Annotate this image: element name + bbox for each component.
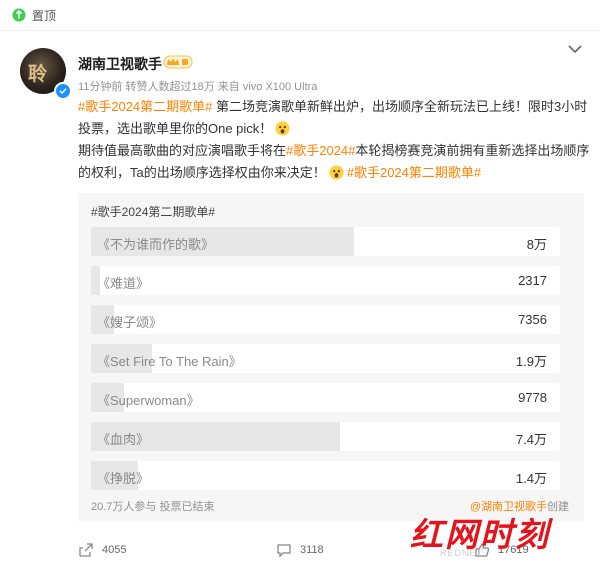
- topic-link[interactable]: #歌手2024第二期歌单#: [347, 165, 481, 180]
- poll-option-count: 7356: [518, 312, 547, 327]
- poll-option-label: 《Superwoman》: [97, 393, 200, 408]
- pinned-indicator: 置顶: [12, 4, 56, 26]
- avatar-logo: 聆: [28, 63, 47, 85]
- repost-button[interactable]: 4055: [78, 542, 126, 558]
- post-meta: 11分钟前 转赞人数超过18万 来自 vivo X100 Ultra: [78, 81, 318, 93]
- pin-icon: [12, 8, 26, 22]
- pinned-label: 置顶: [32, 8, 57, 23]
- like-button[interactable]: 17619: [474, 542, 529, 558]
- poll-title: #歌手2024第二期歌单#: [91, 205, 216, 219]
- poll-option[interactable]: 《血肉》 7.4万: [91, 422, 560, 451]
- surprised-emoji-icon: [329, 165, 344, 180]
- chevron-down-icon[interactable]: [568, 44, 582, 54]
- comment-icon: [277, 544, 291, 558]
- action-bar: 4055 3118 17619: [0, 538, 600, 566]
- poll-creator: @湖南卫视歌手创建: [470, 498, 569, 514]
- post-text: #歌手2024第二期歌单# 第二场竞演歌单新鲜出炉，出场顺序全新玩法已上线！限时…: [78, 96, 590, 184]
- topic-link[interactable]: #歌手2024第二期歌单#: [78, 99, 212, 114]
- verified-icon: [54, 82, 72, 100]
- comment-button[interactable]: 3118: [276, 542, 324, 558]
- header-divider: [0, 30, 600, 31]
- poll-participants: 20.7万人参与 投票已结束: [91, 501, 215, 513]
- poll-option-count: 9778: [518, 390, 547, 405]
- crown-icon[interactable]: [163, 55, 193, 69]
- poll-option[interactable]: 《挣脱》 1.4万: [91, 461, 560, 490]
- poll-option[interactable]: 《嫂子颂》 7356: [91, 305, 560, 334]
- poll-option-count: 1.4万: [515, 471, 547, 486]
- like-icon: [475, 543, 490, 557]
- poll-option-label: 《挣脱》: [97, 471, 150, 486]
- like-count: 17619: [498, 544, 529, 556]
- account-name[interactable]: 湖南卫视歌手: [78, 54, 162, 74]
- post-text-line2a: 期待值最高歌曲的对应演唱歌手将在: [78, 143, 287, 158]
- poll-option-count: 1.9万: [515, 354, 547, 369]
- creator-suffix: 创建: [547, 501, 569, 513]
- poll-option[interactable]: 《不为谁而作的歌》 8万: [91, 227, 560, 256]
- poll-option-label: 《嫂子颂》: [97, 315, 163, 330]
- poll-option-count: 8万: [526, 237, 547, 252]
- surprised-emoji-icon: [275, 121, 290, 136]
- poll-option-label: 《不为谁而作的歌》: [97, 237, 215, 252]
- poll-option-count: 2317: [518, 273, 547, 288]
- poll-option[interactable]: 《Superwoman》 9778: [91, 383, 560, 412]
- poll-option[interactable]: 《Set Fire To The Rain》 1.9万: [91, 344, 560, 373]
- topic-link[interactable]: #歌手2024#: [286, 143, 355, 158]
- poll-card: #歌手2024第二期歌单# 《不为谁而作的歌》 8万 《难道》 2317 《嫂子…: [78, 193, 584, 521]
- repost-count: 4055: [102, 544, 127, 556]
- comment-count: 3118: [300, 544, 324, 556]
- poll-option-label: 《Set Fire To The Rain》: [97, 354, 242, 369]
- poll-option-label: 《血肉》: [97, 432, 150, 447]
- poll-option-label: 《难道》: [97, 276, 150, 291]
- creator-link[interactable]: @湖南卫视歌手: [470, 501, 547, 513]
- share-icon: [79, 543, 93, 557]
- poll-option-count: 7.4万: [515, 432, 547, 447]
- poll-option[interactable]: 《难道》 2317: [91, 266, 560, 295]
